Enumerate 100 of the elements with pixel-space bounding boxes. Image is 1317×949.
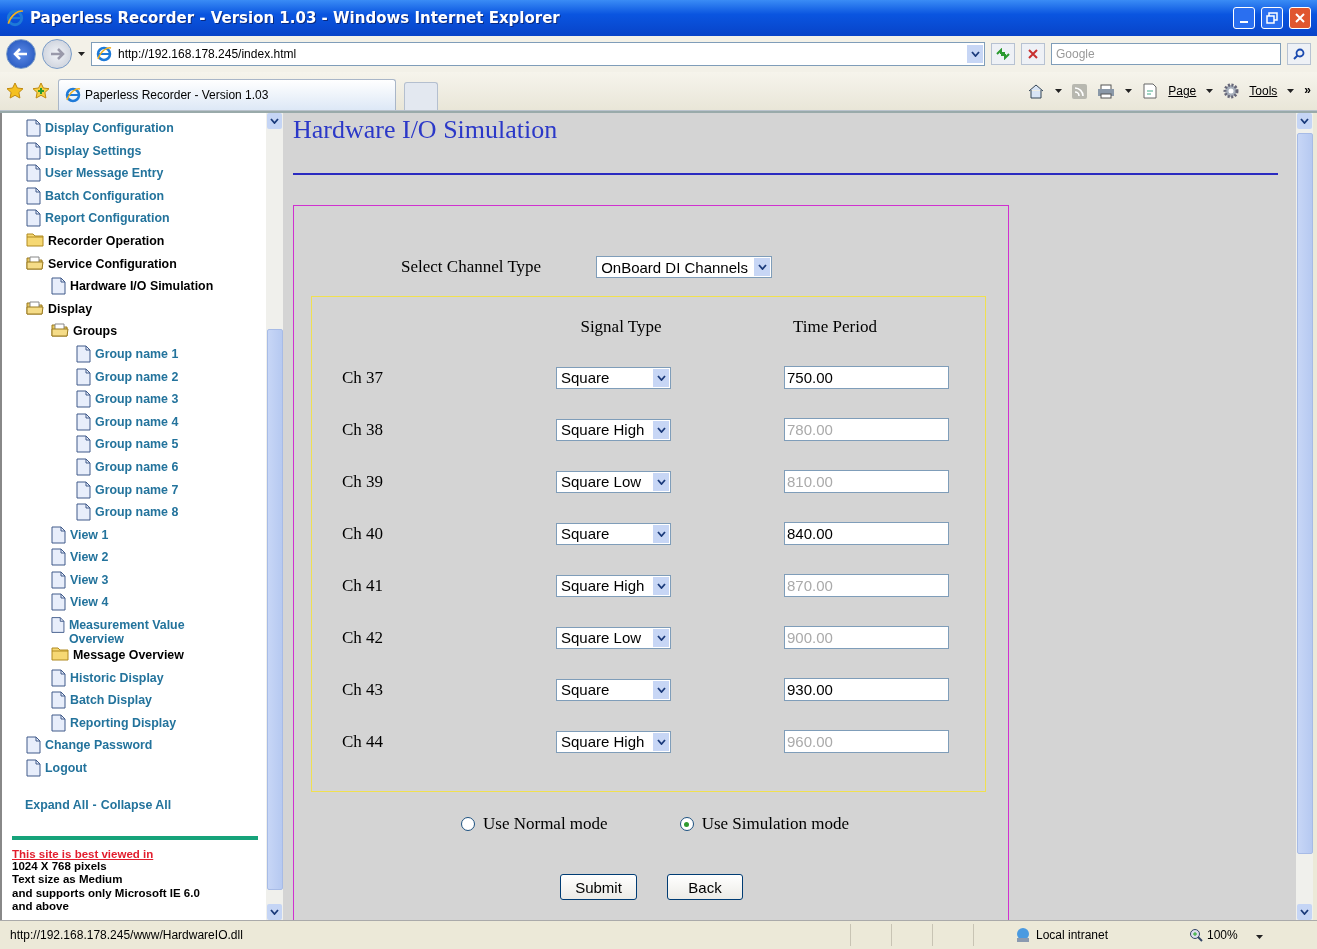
- caret-icon: [656, 582, 666, 589]
- scrollbar[interactable]: [1296, 113, 1313, 920]
- time-period-field[interactable]: 750.00: [784, 366, 949, 389]
- page-icon: [76, 480, 91, 499]
- tree-item[interactable]: Hardware I/O Simulation: [2, 277, 230, 300]
- link-separator: -: [92, 797, 97, 812]
- refresh-button[interactable]: [991, 43, 1015, 65]
- tree-item[interactable]: View 2: [2, 548, 230, 571]
- caret-icon: [656, 530, 666, 537]
- mode-radio[interactable]: Use Normal mode: [461, 814, 608, 834]
- caret-icon: [1287, 89, 1295, 93]
- home-icon[interactable]: [1027, 83, 1046, 99]
- page-icon: [26, 164, 41, 183]
- document-icon: [1142, 83, 1159, 99]
- form-button[interactable]: Submit: [560, 874, 637, 900]
- add-favorite-icon[interactable]: [32, 82, 50, 100]
- tree-item[interactable]: User Message Entry: [2, 164, 230, 187]
- tree-item[interactable]: Display: [2, 299, 230, 323]
- tree-item[interactable]: Batch Configuration: [2, 186, 230, 210]
- zoom-control[interactable]: 100%: [1189, 928, 1269, 942]
- tree-item[interactable]: Group name 8: [2, 503, 230, 526]
- tree-item[interactable]: Group name 4: [2, 412, 230, 436]
- caret-icon: [1055, 89, 1063, 93]
- signal-type-select[interactable]: Square: [556, 678, 671, 701]
- tree-item[interactable]: Reporting Display: [2, 713, 230, 737]
- menu-button[interactable]: Page: [1168, 84, 1197, 98]
- tree-item[interactable]: Groups: [2, 322, 230, 345]
- channel-name: Ch 38: [342, 419, 385, 440]
- channel-name: Ch 44: [342, 731, 385, 752]
- signal-type-select[interactable]: Square: [556, 522, 671, 545]
- mode-radio[interactable]: Use Simulation mode: [679, 814, 849, 834]
- search-field[interactable]: Google: [1051, 43, 1281, 65]
- tree-item[interactable]: Report Configuration: [2, 209, 230, 232]
- forward-button[interactable]: [42, 39, 72, 69]
- collapse-all-link[interactable]: Collapse All: [100, 797, 172, 812]
- tree-item[interactable]: Group name 2: [2, 367, 230, 391]
- search-button[interactable]: [1287, 43, 1311, 65]
- minimize-button[interactable]: [1233, 7, 1255, 29]
- channel-type-select[interactable]: OnBoard DI Channels: [596, 256, 773, 278]
- channel-name: Ch 39: [342, 471, 385, 492]
- favorites-star-icon[interactable]: [6, 82, 24, 100]
- browser-tab[interactable]: Paperless Recorder - Version 1.03: [58, 79, 396, 110]
- window-title: Paperless Recorder - Version 1.03 - Windows Internet Explorer: [30, 9, 561, 27]
- caret-icon: [757, 264, 767, 270]
- tree-item[interactable]: Historic Display: [2, 668, 230, 692]
- tree-item[interactable]: Recorder Operation: [2, 231, 230, 255]
- caret-icon: [78, 52, 85, 56]
- menu-button[interactable]: Tools: [1249, 84, 1278, 98]
- page-icon: [26, 141, 41, 160]
- tree-item[interactable]: Service Configuration: [2, 254, 230, 278]
- page-heading: Hardware I/O Simulation: [293, 114, 559, 145]
- tree-item[interactable]: View 3: [2, 570, 230, 594]
- close-button[interactable]: [1289, 7, 1311, 29]
- caret-icon: [970, 51, 980, 57]
- tree-item[interactable]: Group name 7: [2, 480, 230, 504]
- restore-icon: [1266, 12, 1278, 24]
- notice-link[interactable]: This site is best viewed in: [2, 847, 258, 860]
- tree-item[interactable]: Display Configuration: [2, 119, 230, 142]
- signal-type-select[interactable]: Square: [556, 366, 671, 389]
- channel-name: Ch 43: [342, 679, 385, 700]
- ie-logo-icon: [65, 87, 81, 103]
- tree-item[interactable]: Group name 6: [2, 457, 230, 481]
- chevron-more[interactable]: »: [1304, 83, 1311, 97]
- page-icon: [76, 390, 91, 409]
- close-icon: [1294, 12, 1306, 24]
- tree-item[interactable]: Measurement Value Overview: [2, 616, 230, 647]
- tree-item[interactable]: View 4: [2, 593, 230, 617]
- page-icon: [76, 503, 91, 522]
- field-label: Select Channel Type: [401, 257, 542, 277]
- tree-item[interactable]: Message Overview: [2, 646, 230, 669]
- tree-item[interactable]: Group name 1: [2, 344, 230, 368]
- caret-icon: [656, 634, 666, 641]
- address-bar[interactable]: http://192.168.178.245/index.html: [91, 42, 985, 66]
- tree-item[interactable]: Display Settings: [2, 141, 230, 165]
- tree-item[interactable]: Batch Display: [2, 691, 230, 714]
- settings-icon: [1223, 83, 1240, 99]
- tree-item[interactable]: Change Password: [2, 736, 230, 760]
- column-header: Time Period: [792, 317, 878, 337]
- form-button[interactable]: Back: [667, 874, 743, 900]
- caret-icon: [1300, 909, 1309, 915]
- tree-item[interactable]: Group name 5: [2, 435, 230, 458]
- back-button[interactable]: [6, 39, 36, 69]
- feed-icon[interactable]: [1072, 83, 1088, 99]
- time-period-field[interactable]: 840.00: [784, 522, 949, 545]
- expand-all-link[interactable]: Expand All: [25, 797, 89, 812]
- tree-item[interactable]: View 1: [2, 525, 230, 549]
- refresh-icon: [996, 48, 1010, 60]
- page-icon: [26, 186, 41, 205]
- tree-item[interactable]: Logout: [2, 759, 230, 782]
- notice-text: Text size as Medium: [11, 873, 124, 887]
- page-icon: [51, 593, 66, 612]
- scrollbar[interactable]: [266, 113, 283, 920]
- printer-icon[interactable]: [1097, 83, 1116, 99]
- stop-button[interactable]: [1021, 43, 1045, 65]
- channel-name: Ch 37: [342, 367, 385, 388]
- time-period-field[interactable]: 930.00: [784, 678, 949, 701]
- tree-item[interactable]: Group name 3: [2, 390, 230, 413]
- caret-icon: [656, 738, 666, 745]
- caret-icon: [656, 686, 666, 693]
- maximize-button[interactable]: [1261, 7, 1283, 29]
